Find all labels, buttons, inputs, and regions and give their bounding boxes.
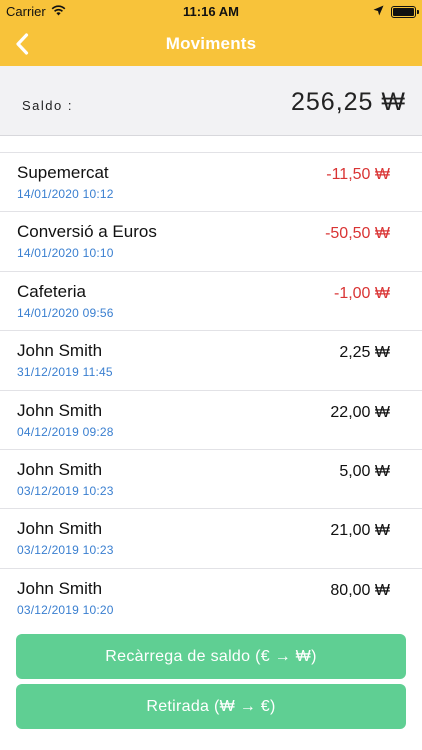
top-bar: Carrier 11:16 AM Moviments [0, 0, 422, 66]
transaction-amount: 5,00 ₩ [339, 462, 390, 480]
transaction-row[interactable]: John Smith 04/12/2019 09:28 22,00 ₩ [0, 391, 422, 450]
status-time: 11:16 AM [183, 4, 239, 19]
transaction-amount: 80,00 ₩ [330, 581, 390, 599]
transaction-amount: 22,00 ₩ [330, 403, 390, 421]
transaction-date: 04/12/2019 09:28 [17, 424, 114, 439]
transaction-name: John Smith [17, 519, 103, 539]
balance-value: 256,25 ₩ [290, 88, 406, 116]
transaction-row[interactable]: Cafeteria 14/01/2020 09:56 -1,00 ₩ [0, 272, 422, 332]
transaction-name: Supemercat [17, 163, 109, 182]
transactions-list: Supemercat 14/01/2020 10:12 -11,50 ₩ Con… [0, 152, 422, 628]
transaction-row[interactable]: John Smith 03/12/2019 10:23 21,00 ₩ [0, 509, 422, 569]
transaction-date: 31/12/2019 11:45 [17, 365, 113, 380]
transaction-row[interactable]: Supemercat 14/01/2020 10:12 -11,50 ₩ [0, 153, 422, 213]
status-bar: Carrier 11:16 AM [0, 0, 422, 22]
transaction-amount: 21,00 ₩ [330, 522, 390, 540]
transaction-name: Cafeteria [17, 281, 86, 301]
balance-panel: Saldo : 256,25 ₩ [0, 66, 422, 136]
transaction-row[interactable]: John Smith 03/12/2019 10:20 80,00 ₩ [0, 569, 422, 628]
transaction-row[interactable]: Conversió a Euros 14/01/2020 10:10 -50,5… [0, 212, 422, 272]
transaction-amount: -11,50 ₩ [326, 166, 390, 183]
transaction-name: John Smith [17, 400, 103, 420]
transaction-amount: -50,50 ₩ [325, 225, 390, 243]
transaction-name: John Smith [17, 578, 103, 598]
page-title: Moviments [165, 34, 257, 53]
location-arrow-icon [373, 4, 384, 19]
transaction-name: John Smith [17, 459, 103, 479]
transaction-row[interactable]: John Smith 31/12/2019 11:45 2,25 ₩ [0, 331, 422, 391]
balance-label: Saldo : [22, 98, 73, 113]
transaction-date: 03/12/2019 10:20 [17, 602, 114, 617]
transaction-amount: -1,00 ₩ [333, 284, 390, 302]
status-right [373, 4, 419, 19]
transaction-date: 03/12/2019 10:23 [17, 543, 114, 558]
transaction-name: John Smith [17, 341, 103, 361]
transaction-date: 03/12/2019 10:23 [17, 483, 114, 498]
transaction-date: 14/01/2020 10:12 [17, 187, 114, 201]
battery-icon [391, 5, 419, 18]
transaction-amount: 2,25 ₩ [339, 344, 390, 362]
transaction-date: 14/01/2020 10:10 [17, 246, 114, 261]
withdraw-button[interactable]: Retirada (₩ → €) [16, 684, 406, 729]
recharge-button[interactable]: Recàrrega de saldo (€ → ₩) [16, 634, 406, 679]
navigation-bar: Moviments [0, 22, 422, 66]
transaction-name: Conversió a Euros [17, 222, 157, 242]
transaction-row[interactable]: John Smith 03/12/2019 10:23 5,00 ₩ [0, 450, 422, 510]
transaction-date: 14/01/2020 09:56 [17, 305, 114, 320]
